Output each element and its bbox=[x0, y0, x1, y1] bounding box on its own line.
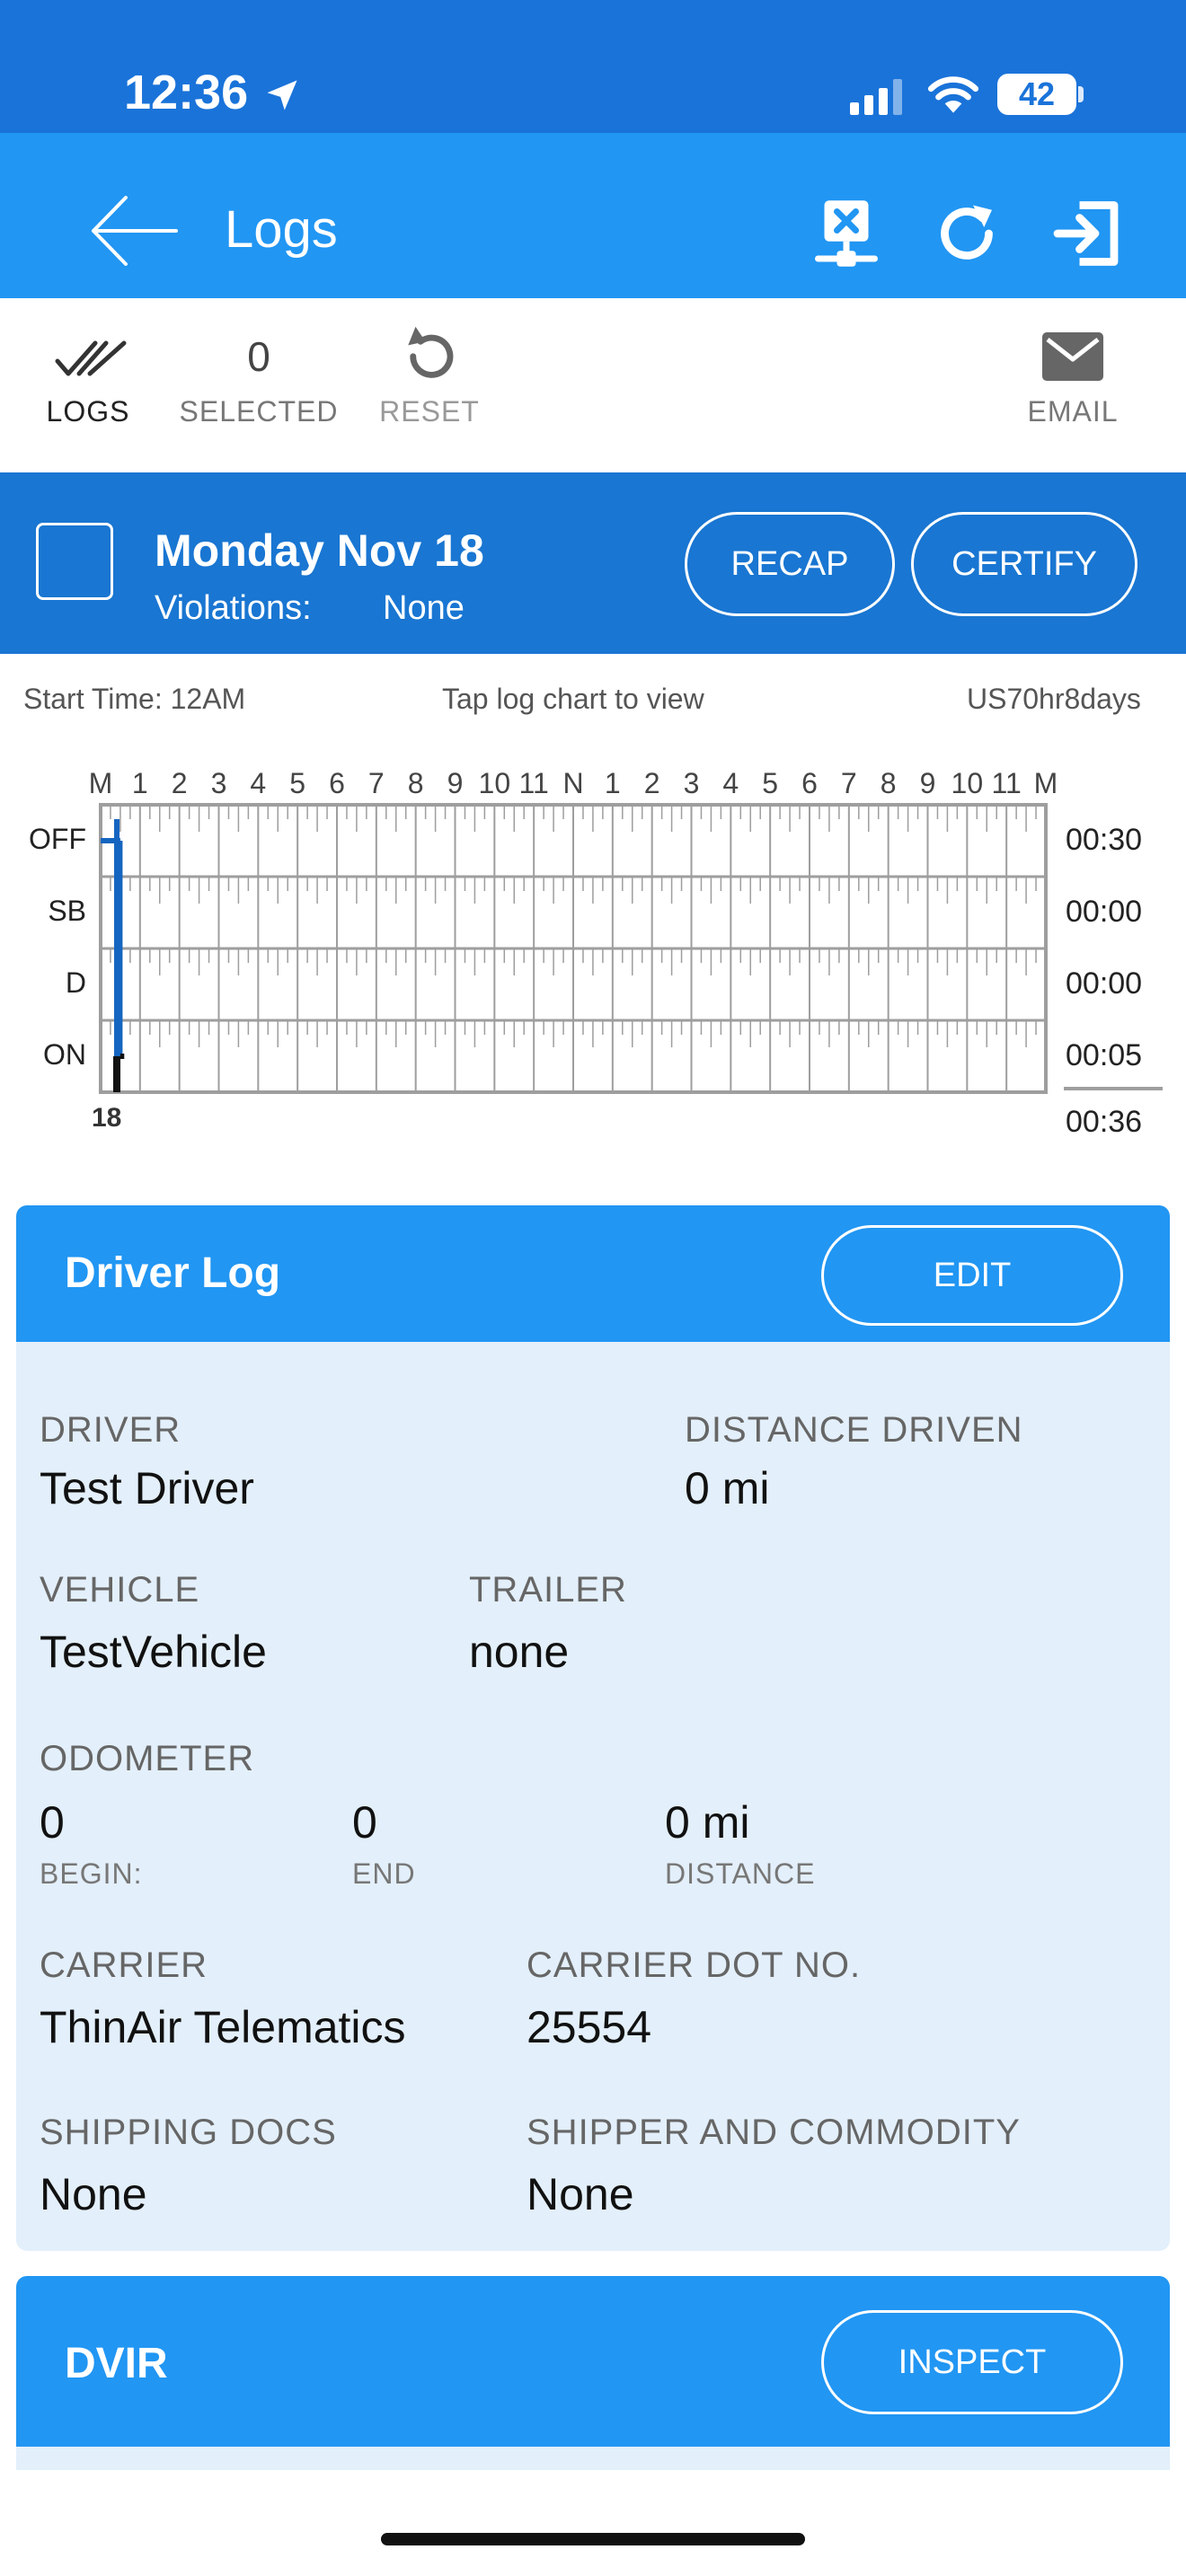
carrier-value: ThinAir Telematics bbox=[40, 2002, 406, 2052]
trailer-label: TRAILER bbox=[469, 1570, 627, 1610]
odometer-distance-label: DISTANCE bbox=[665, 1857, 816, 1890]
shipper-commodity-label: SHIPPER AND COMMODITY bbox=[527, 2113, 1021, 2152]
shipping-docs-value: None bbox=[40, 2169, 147, 2219]
inspect-button[interactable]: INSPECT bbox=[821, 2310, 1123, 2414]
log-chart[interactable] bbox=[0, 0, 1186, 1168]
odometer-end-value: 0 bbox=[352, 1797, 377, 1848]
odometer-distance-value: 0 mi bbox=[665, 1797, 750, 1848]
odometer-begin-label: BEGIN: bbox=[40, 1857, 143, 1890]
distance-driven-value: 0 mi bbox=[685, 1463, 770, 1513]
carrier-dot-value: 25554 bbox=[527, 2002, 652, 2052]
vehicle-label: VEHICLE bbox=[40, 1570, 200, 1610]
trailer-value: none bbox=[469, 1627, 570, 1677]
carrier-dot-label: CARRIER DOT NO. bbox=[527, 1945, 862, 1985]
driver-log-title: Driver Log bbox=[65, 1249, 281, 1297]
shipper-commodity-value: None bbox=[527, 2169, 634, 2219]
log-marker-label: 18 bbox=[92, 1103, 122, 1133]
dvir-body bbox=[16, 2447, 1170, 2470]
edit-button[interactable]: EDIT bbox=[821, 1225, 1123, 1326]
driver-label: DRIVER bbox=[40, 1410, 181, 1450]
odometer-label: ODOMETER bbox=[40, 1739, 255, 1778]
driver-value: Test Driver bbox=[40, 1463, 254, 1513]
odometer-begin-value: 0 bbox=[40, 1797, 65, 1848]
vehicle-value: TestVehicle bbox=[40, 1627, 267, 1677]
carrier-label: CARRIER bbox=[40, 1945, 208, 1985]
shipping-docs-label: SHIPPING DOCS bbox=[40, 2113, 337, 2152]
distance-driven-label: DISTANCE DRIVEN bbox=[685, 1410, 1023, 1450]
home-indicator[interactable] bbox=[381, 2533, 805, 2545]
dvir-title: DVIR bbox=[65, 2340, 168, 2387]
odometer-end-label: END bbox=[352, 1857, 416, 1890]
